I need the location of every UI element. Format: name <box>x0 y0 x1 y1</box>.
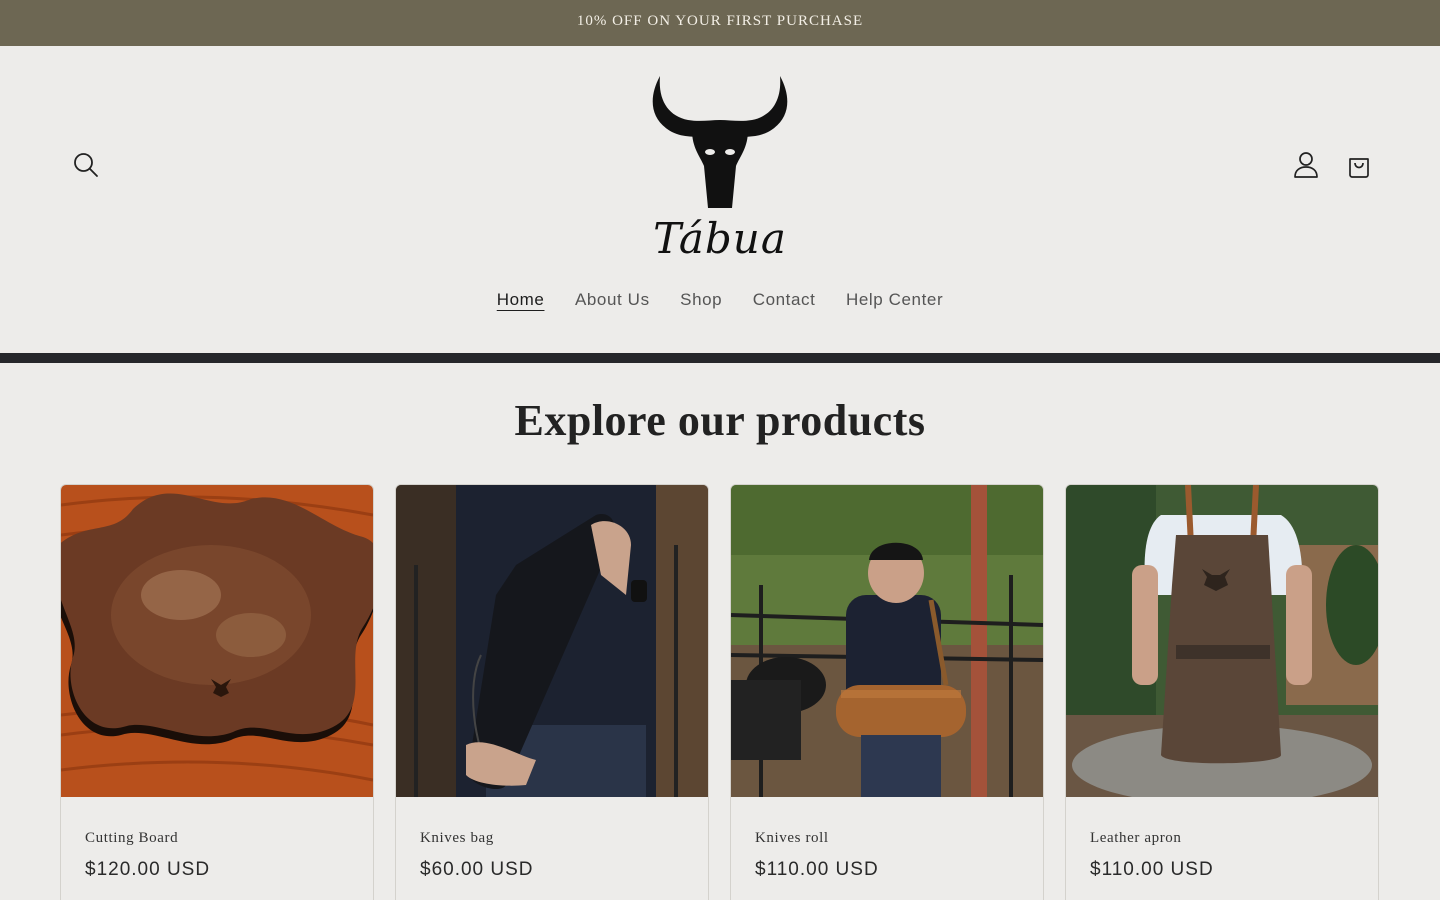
product-image-leather-apron[interactable] <box>1066 485 1378 797</box>
nav-shop[interactable]: Shop <box>680 290 722 310</box>
product-name[interactable]: Knives bag <box>420 830 494 847</box>
product-image-knives-bag[interactable] <box>396 485 708 797</box>
section-title: Explore our products <box>514 396 926 445</box>
product-image-cutting-board[interactable] <box>61 485 373 797</box>
cart-icon[interactable] <box>1345 150 1373 180</box>
product-price: $120.00 USD <box>85 859 211 880</box>
product-price: $60.00 USD <box>420 859 534 880</box>
search-icon[interactable] <box>72 151 100 179</box>
announcement-bar: 10% OFF ON YOUR FIRST PURCHASE <box>0 0 1440 46</box>
nav-about-us[interactable]: About Us <box>575 290 650 310</box>
product-price: $110.00 USD <box>1090 859 1214 880</box>
product-card-cutting-board[interactable]: Cutting Board $120.00 USD <box>60 484 374 900</box>
main-nav: Home About Us Shop Contact Help Center <box>0 290 1440 310</box>
product-card-leather-apron[interactable]: Leather apron $110.00 USD <box>1065 484 1379 900</box>
nav-contact[interactable]: Contact <box>753 290 816 310</box>
account-icon[interactable] <box>1292 150 1320 180</box>
nav-help-center[interactable]: Help Center <box>846 290 943 310</box>
brand-wordmark: Tábua <box>653 214 787 263</box>
header-divider <box>0 353 1440 363</box>
brand-logo[interactable]: Tábua <box>640 68 800 263</box>
site-header: Tábua Home About Us Shop Contact Help Ce… <box>0 46 1440 353</box>
product-name[interactable]: Knives roll <box>755 830 829 847</box>
nav-home[interactable]: Home <box>497 290 545 310</box>
product-price: $110.00 USD <box>755 859 879 880</box>
product-image-knives-roll[interactable] <box>731 485 1043 797</box>
product-card-knives-bag[interactable]: Knives bag $60.00 USD <box>395 484 709 900</box>
product-name[interactable]: Cutting Board <box>85 830 178 847</box>
bull-skull-logo-icon <box>652 76 788 208</box>
product-card-knives-roll[interactable]: Knives roll $110.00 USD <box>730 484 1044 900</box>
product-name[interactable]: Leather apron <box>1090 830 1182 847</box>
